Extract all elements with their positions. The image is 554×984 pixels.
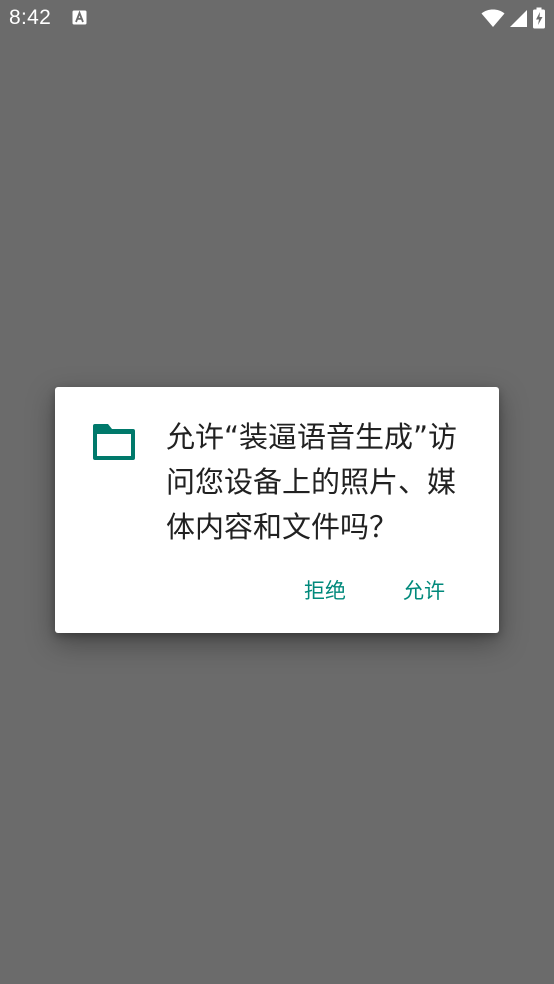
status-icons xyxy=(481,7,546,29)
dialog-actions: 拒绝 允许 xyxy=(55,569,499,613)
screen: 8:42 允许“装逼语音生成”访问您设备上的照片、媒体内容和文件吗？ 拒绝 允许 xyxy=(0,0,554,984)
status-bar: 8:42 xyxy=(0,0,554,38)
text-a-notification-icon xyxy=(72,10,87,25)
status-time: 8:42 xyxy=(9,6,52,29)
deny-button[interactable]: 拒绝 xyxy=(296,569,354,613)
cell-signal-icon xyxy=(510,10,527,27)
wifi-icon xyxy=(481,9,505,27)
allow-button[interactable]: 允许 xyxy=(395,569,453,613)
folder-icon xyxy=(93,424,135,460)
dialog-message: 允许“装逼语音生成”访问您设备上的照片、媒体内容和文件吗？ xyxy=(166,420,458,544)
permission-dialog: 允许“装逼语音生成”访问您设备上的照片、媒体内容和文件吗？ 拒绝 允许 xyxy=(55,387,499,633)
battery-charging-icon xyxy=(533,7,545,29)
